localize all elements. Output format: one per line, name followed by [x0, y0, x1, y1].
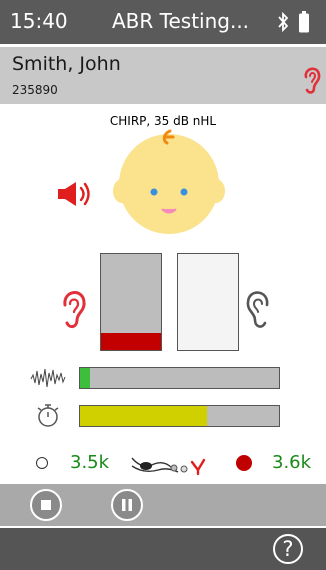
battery-icon: [299, 11, 309, 33]
stopwatch-icon: [37, 404, 59, 427]
electrode-cable-icon: [131, 457, 206, 476]
test-time-bar: [79, 405, 280, 427]
help-button[interactable]: ?: [273, 534, 303, 564]
status-bar: 15:40 ABR Testing...: [0, 0, 326, 44]
sweep-count-row: 3.5k 3.6k: [0, 447, 326, 481]
bluetooth-icon: [278, 12, 289, 32]
stop-icon: [41, 500, 51, 510]
right-ear-icon: [246, 291, 269, 328]
screen-title: ABR Testing...: [112, 9, 250, 33]
left-count-value: 3.5k: [70, 452, 110, 473]
right-count-value: 3.6k: [272, 452, 312, 473]
patient-header: Smith, John 235890: [0, 47, 326, 104]
right-count-indicator: [236, 455, 252, 471]
bottom-bar: ?: [0, 528, 326, 570]
ear-icon: [304, 67, 321, 94]
speaker-icon: [58, 182, 90, 206]
patient-id: 235890: [12, 83, 58, 97]
control-bar: [0, 484, 326, 526]
noise-bar-fill: [80, 368, 90, 388]
status-time: 15:40: [10, 9, 68, 33]
left-ear-icon: [63, 291, 86, 329]
noise-waveform-icon: [30, 368, 66, 388]
pause-icon: [122, 499, 132, 511]
stop-button[interactable]: [30, 489, 62, 521]
pause-button[interactable]: [111, 489, 143, 521]
right-channel-level: [177, 253, 239, 351]
left-channel-level: [100, 253, 162, 351]
left-channel-fill: [101, 332, 161, 350]
baby-face-icon: [113, 129, 225, 234]
patient-name: Smith, John: [12, 53, 121, 75]
left-count-indicator: [36, 457, 48, 469]
test-time-bar-fill: [80, 406, 208, 426]
noise-bar: [79, 367, 280, 389]
